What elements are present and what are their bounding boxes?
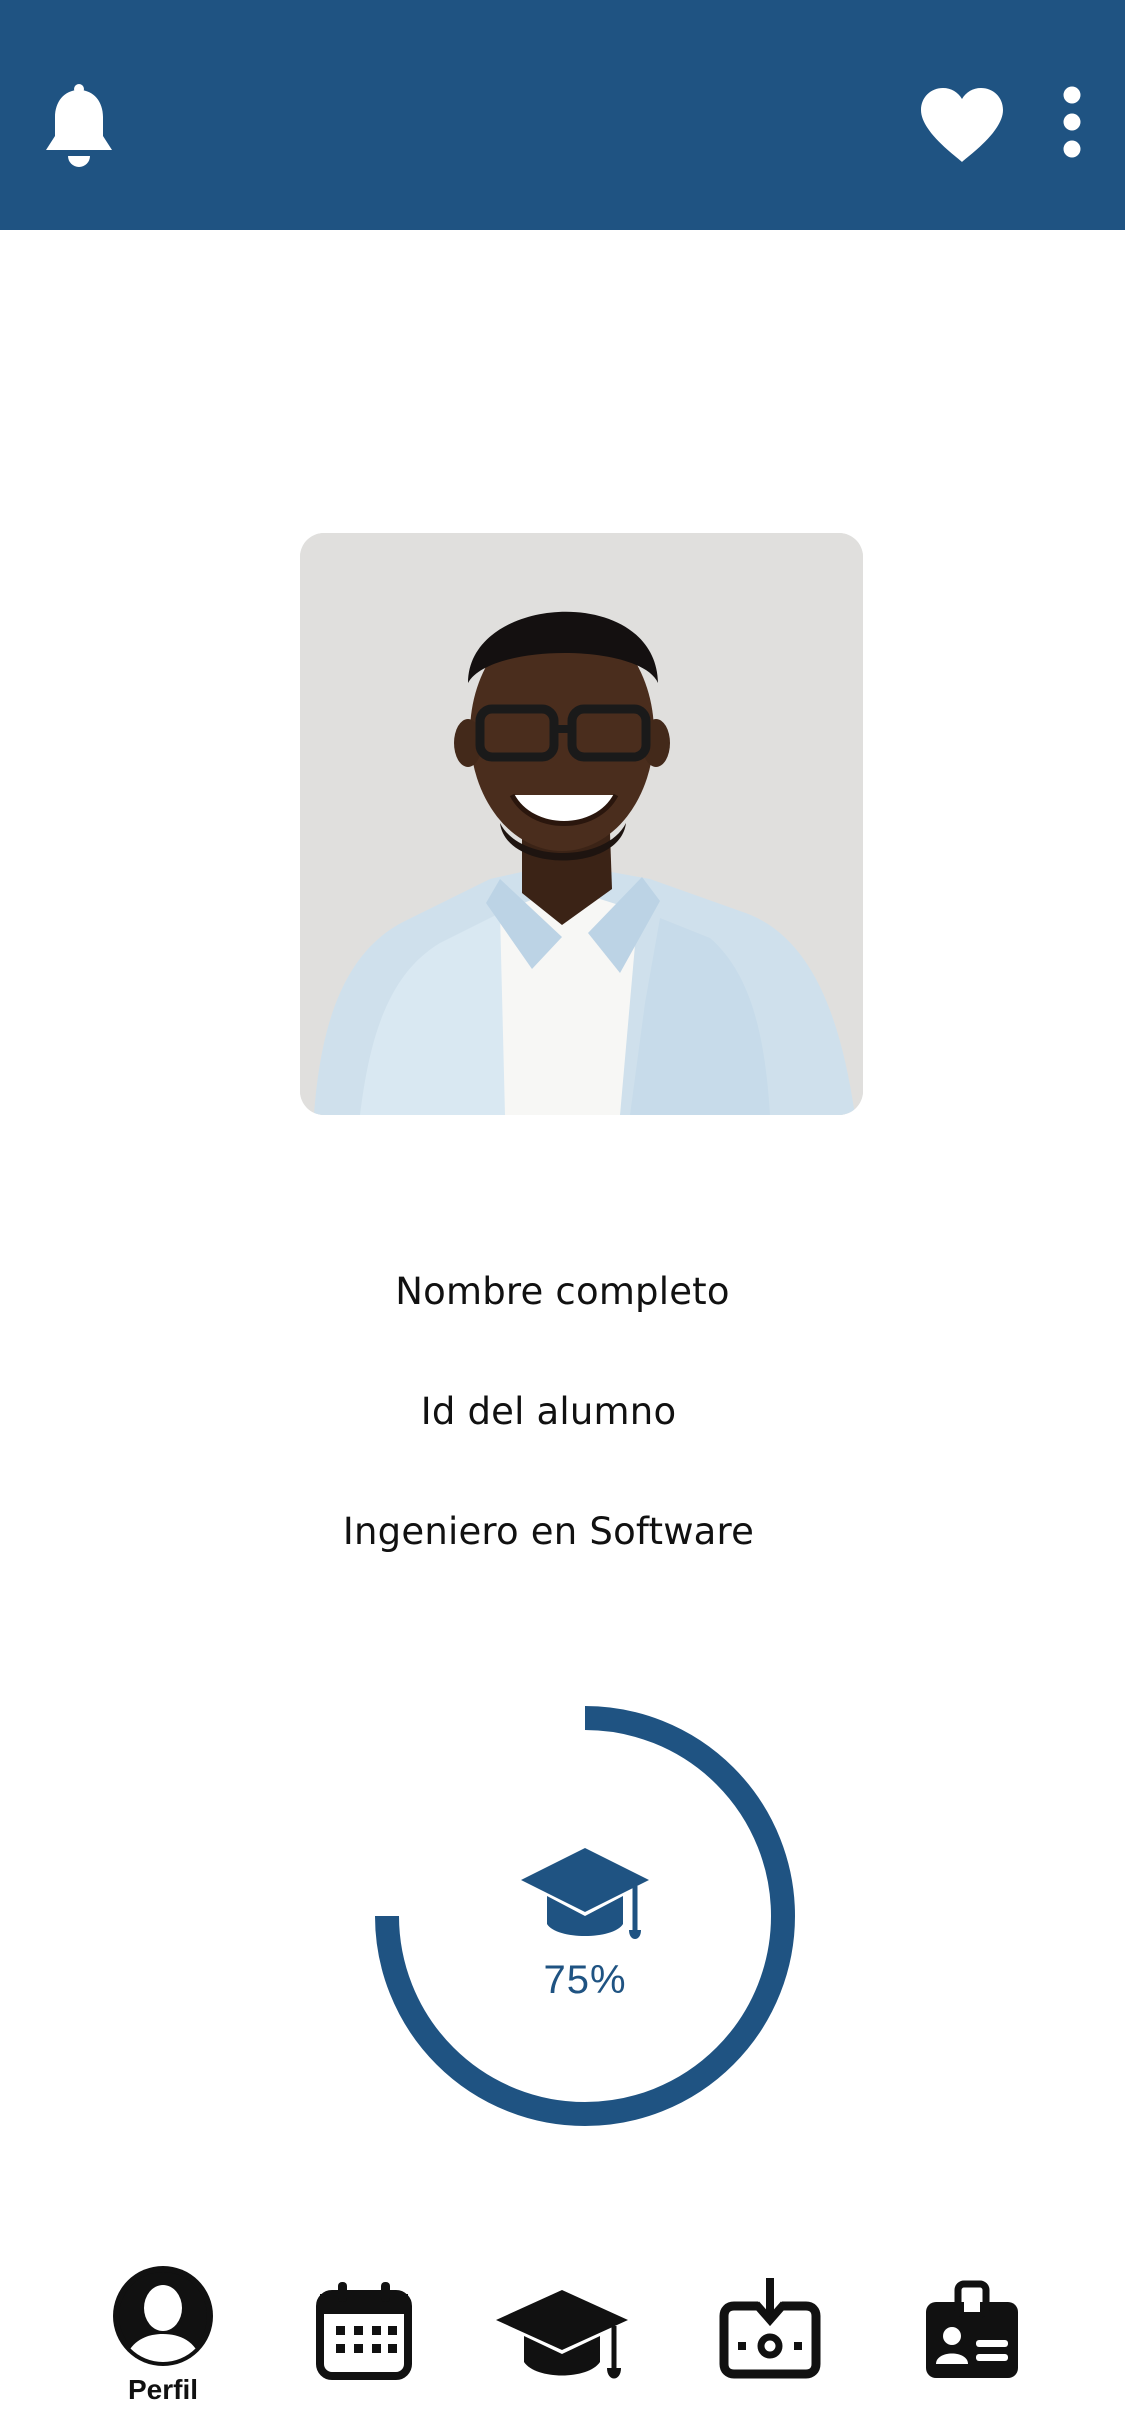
profile-photo — [300, 533, 863, 1115]
nav-item-id-card[interactable] — [922, 2280, 1022, 2380]
nav-item-calendar[interactable] — [312, 2280, 416, 2380]
graduation-cap-icon — [517, 1844, 653, 1948]
nav-item-downloads[interactable] — [716, 2276, 824, 2380]
more-vertical-icon — [1063, 86, 1081, 158]
student-id: Id del alumno — [420, 1390, 677, 1433]
favorites-button[interactable] — [915, 82, 1009, 168]
bottom-navigation: Perfil — [0, 2240, 1125, 2436]
nav-item-profile-label: Perfil — [127, 2374, 199, 2405]
degree-progress: 75% — [375, 1706, 795, 2126]
top-app-bar — [0, 0, 1125, 230]
calendar-icon — [316, 2282, 412, 2380]
graduation-cap-icon — [496, 2290, 628, 2379]
bell-icon — [46, 84, 112, 167]
student-career: Ingeniero en Software — [342, 1510, 755, 1553]
nav-item-academic[interactable] — [492, 2288, 632, 2384]
student-full-name: Nombre completo — [395, 1270, 730, 1313]
id-card-icon — [926, 2280, 1018, 2378]
download-icon — [719, 2278, 821, 2379]
progress-percentage: 75% — [543, 1958, 627, 2002]
notifications-button[interactable] — [36, 80, 122, 176]
more-options-button[interactable] — [1050, 82, 1094, 162]
profile-icon — [113, 2266, 213, 2366]
heart-icon — [921, 88, 1003, 162]
nav-item-profile[interactable]: Perfil — [108, 2264, 218, 2406]
